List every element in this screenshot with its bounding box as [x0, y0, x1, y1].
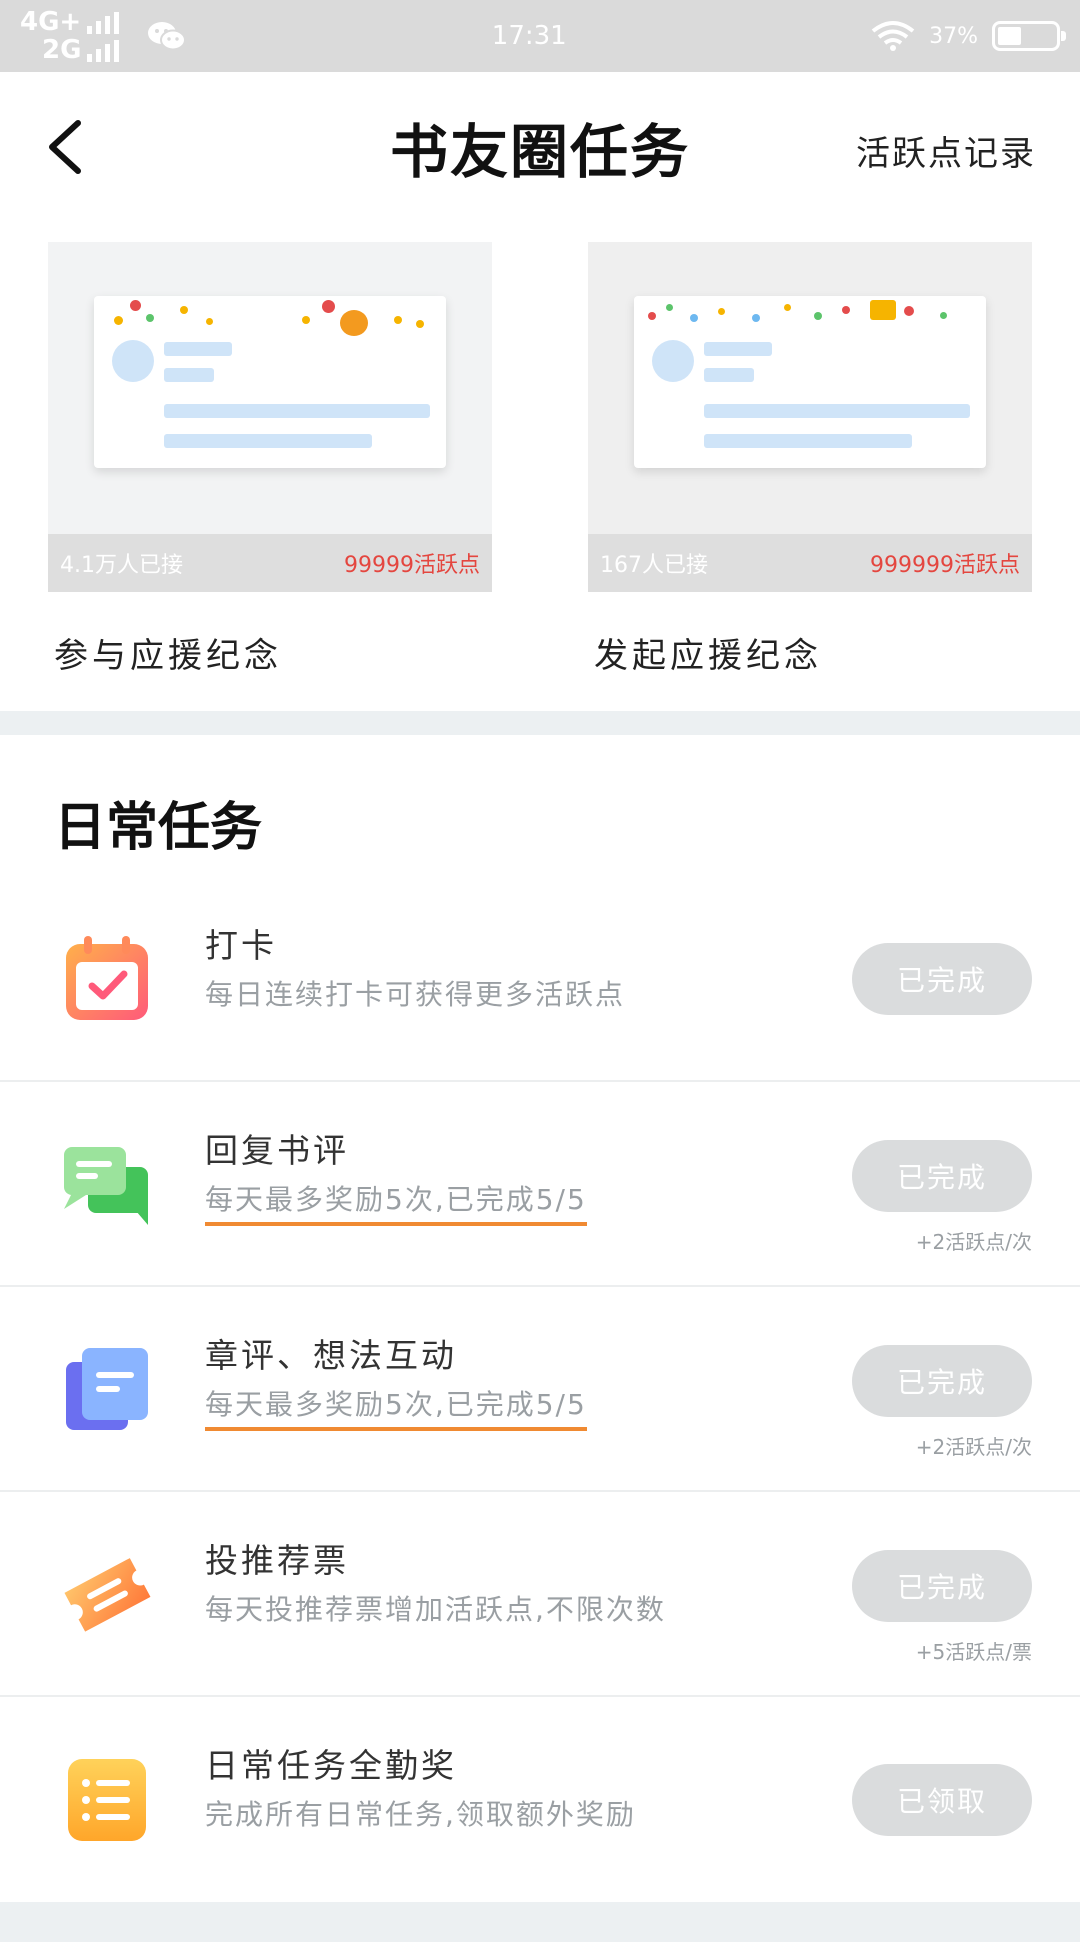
clock: 17:31	[491, 21, 567, 51]
post-mockup	[634, 296, 986, 468]
task-reward: +2活跃点/次	[915, 1230, 1032, 1254]
task-status-button[interactable]: 已完成	[852, 942, 1032, 1015]
battery-icon	[992, 21, 1066, 51]
task-reward: +2活跃点/次	[915, 1435, 1032, 1459]
task-desc: 每天投推荐票增加活跃点,不限次数	[205, 1593, 666, 1626]
card-stats-bar: 4.1万人已接 99999活跃点	[48, 534, 492, 592]
task-desc: 每天最多奖励5次,已完成5/5	[205, 1178, 587, 1226]
support-card-join[interactable]: 4.1万人已接 99999活跃点 参与应援纪念	[48, 242, 492, 677]
status-left: 4G+ 2G	[20, 8, 187, 64]
task-name: 日常任务全勤奖	[205, 1746, 457, 1785]
battery-level	[998, 27, 1021, 45]
card-label: 发起应援纪念	[594, 636, 822, 676]
reward-points: 99999活跃点	[344, 553, 480, 578]
daily-tasks-section: 日常任务 打卡 每日连续打卡可获得更多活跃点 已完成 回复书评 每天最多奖励5次…	[0, 735, 1080, 1902]
status-right: 37%	[871, 20, 1066, 52]
task-status-button[interactable]: 已完成	[852, 1550, 1032, 1622]
back-arrow-icon[interactable]	[40, 117, 100, 177]
activity-record-link[interactable]: 活跃点记录	[856, 126, 1036, 175]
document-stack-icon	[66, 1347, 148, 1430]
page-title: 书友圈任务	[389, 118, 690, 186]
signal-icon	[87, 11, 120, 34]
ticket-icon	[64, 1557, 151, 1632]
card-preview: 167人已接 999999活跃点	[588, 242, 1032, 592]
task-desc: 每天最多奖励5次,已完成5/5	[205, 1383, 587, 1431]
joined-count: 4.1万人已接	[60, 553, 183, 578]
section-divider	[0, 711, 1080, 735]
task-status-button[interactable]: 已领取	[852, 1763, 1032, 1836]
task-reward: +5活跃点/票	[915, 1640, 1032, 1664]
task-name: 打卡	[205, 926, 277, 965]
calendar-check-icon	[66, 935, 148, 1020]
card-stats-bar: 167人已接 999999活跃点	[588, 534, 1032, 592]
card-label: 参与应援纪念	[54, 636, 282, 676]
task-recommend-vote: 投推荐票 每天投推荐票增加活跃点,不限次数 已完成 +5活跃点/票	[0, 1492, 1080, 1697]
post-mockup	[94, 296, 446, 468]
chat-bubbles-icon	[64, 1146, 148, 1225]
list-icon	[68, 1758, 146, 1841]
reward-points: 999999活跃点	[870, 553, 1020, 578]
task-status-button[interactable]: 已完成	[852, 1345, 1032, 1417]
wifi-icon	[871, 21, 915, 51]
network-indicator: 4G+ 2G	[20, 7, 120, 65]
card-preview: 4.1万人已接 99999活跃点	[48, 242, 492, 592]
page-header: 书友圈任务 活跃点记录	[0, 72, 1080, 222]
task-desc: 每日连续打卡可获得更多活跃点	[205, 978, 626, 1011]
signal-icon-2	[87, 39, 120, 62]
section-title: 日常任务	[54, 798, 263, 858]
task-full-attendance: 日常任务全勤奖 完成所有日常任务,领取额外奖励 已领取	[0, 1697, 1080, 1902]
task-chapter-interact: 章评、想法互动 每天最多奖励5次,已完成5/5 已完成 +2活跃点/次	[0, 1287, 1080, 1492]
joined-count: 167人已接	[600, 553, 708, 578]
battery-percent: 37%	[929, 23, 978, 49]
status-bar: 4G+ 2G 17:31 37%	[0, 0, 1080, 72]
task-name: 章评、想法互动	[205, 1336, 457, 1375]
task-desc: 完成所有日常任务,领取额外奖励	[205, 1798, 636, 1831]
network-top: 4G+	[20, 7, 82, 37]
task-name: 投推荐票	[205, 1541, 349, 1580]
support-card-start[interactable]: 167人已接 999999活跃点 发起应援纪念	[588, 242, 1032, 677]
task-checkin: 打卡 每日连续打卡可获得更多活跃点 已完成	[0, 877, 1080, 1082]
bottom-divider	[0, 1902, 1080, 1942]
task-reply-review: 回复书评 每天最多奖励5次,已完成5/5 已完成 +2活跃点/次	[0, 1082, 1080, 1287]
support-cards: 4.1万人已接 99999活跃点 参与应援纪念 167人已接 999999活跃点…	[0, 222, 1080, 677]
network-bottom: 2G	[42, 35, 82, 65]
task-name: 回复书评	[205, 1131, 349, 1170]
task-status-button[interactable]: 已完成	[852, 1140, 1032, 1212]
wechat-icon	[148, 22, 187, 51]
